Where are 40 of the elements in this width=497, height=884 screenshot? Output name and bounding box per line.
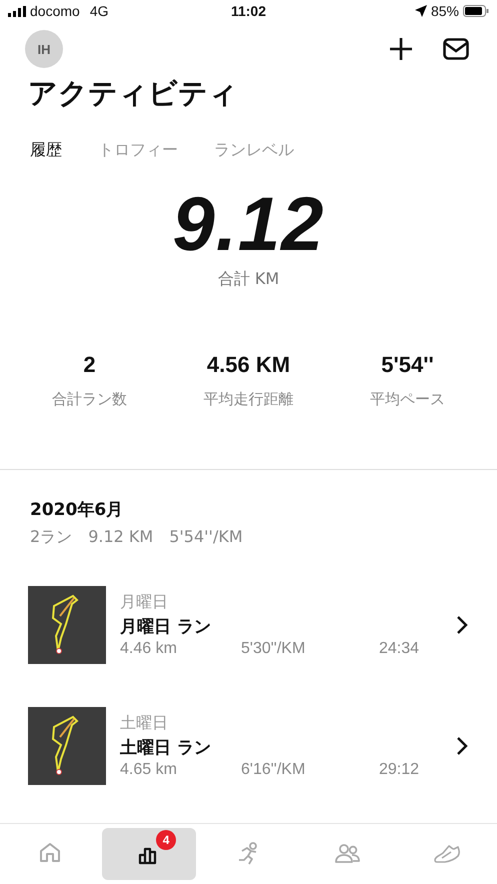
month-summary: 5'54''/KM bbox=[169, 527, 243, 548]
run-title: 月曜日 ラン bbox=[120, 616, 212, 638]
stat-label: 合計ラン数 bbox=[51, 390, 128, 409]
network-type: 4G bbox=[90, 3, 108, 19]
location-icon bbox=[414, 5, 427, 17]
run-duration: 29:12 bbox=[379, 761, 420, 779]
run-day: 月曜日 bbox=[120, 592, 455, 613]
month-title: 2020年6月 bbox=[30, 499, 124, 521]
battery-percentage: 85% bbox=[430, 3, 459, 19]
tab[interactable]: 履歴 bbox=[30, 140, 62, 161]
notification-badge: 4 bbox=[156, 830, 176, 850]
stat-value: 4.56 KM bbox=[206, 352, 292, 378]
carrier-name: docomo bbox=[30, 3, 80, 19]
run-distance: 4.65 km bbox=[120, 761, 178, 779]
mail-icon[interactable] bbox=[443, 38, 469, 60]
stat-value: 5'54'' bbox=[380, 352, 435, 378]
chevron-icon[interactable] bbox=[455, 615, 469, 635]
nav-tab[interactable]: 4 bbox=[102, 828, 196, 880]
total-label: 合計 KM bbox=[216, 269, 280, 290]
run-title: 土曜日 ラン bbox=[120, 737, 212, 759]
tab[interactable]: トロフィー bbox=[98, 140, 178, 161]
stat-value: 2 bbox=[82, 352, 97, 378]
plus-icon[interactable] bbox=[389, 37, 413, 61]
tab[interactable]: ランレベル bbox=[214, 140, 294, 161]
avatar[interactable]: IH bbox=[25, 30, 63, 68]
month-summary: 9.12 KM bbox=[88, 527, 154, 548]
stat-label: 平均ペース bbox=[369, 390, 446, 409]
total-distance: 9.12 bbox=[172, 183, 326, 267]
run-pace: 6'16''/KM bbox=[241, 761, 306, 779]
run-distance: 4.46 km bbox=[120, 640, 178, 658]
battery-icon bbox=[462, 5, 489, 17]
page-title: アクティビティ bbox=[27, 75, 239, 112]
chevron-icon[interactable] bbox=[455, 736, 469, 756]
month-summary: 2ラン bbox=[30, 527, 72, 548]
run-pace: 5'30''/KM bbox=[241, 640, 306, 658]
clock: 11:02 bbox=[230, 3, 266, 19]
signal-icon bbox=[8, 6, 26, 16]
run-day: 土曜日 bbox=[120, 713, 455, 734]
stat-label: 平均走行距離 bbox=[202, 390, 294, 409]
run-duration: 24:34 bbox=[379, 640, 420, 658]
